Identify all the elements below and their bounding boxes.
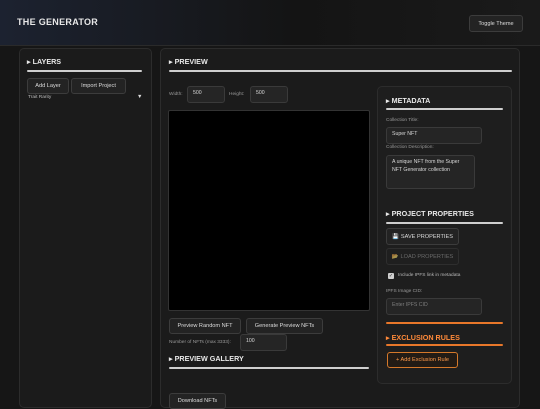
app-header: THE GENERATOR Toggle Theme <box>0 0 540 46</box>
exclusion-rules-title: ▸ EXCLUSION RULES <box>386 333 460 342</box>
preview-random-button[interactable]: Preview Random NFT <box>169 318 241 334</box>
gallery-title: ▸ PREVIEW GALLERY <box>169 354 244 363</box>
metadata-title: ▸ METADATA <box>386 96 431 105</box>
project-properties-title: ▸ PROJECT PROPERTIES <box>386 209 474 218</box>
width-label: Width: <box>169 92 183 97</box>
preview-canvas <box>168 110 370 311</box>
ipfs-cid-label: IPFS Image CID: <box>386 289 423 294</box>
exclusion-divider <box>386 322 503 324</box>
num-nfts-label: Number of NFTs (max 3333): <box>169 340 231 345</box>
collection-title-label: Collection Title: <box>386 118 419 123</box>
save-properties-button[interactable]: 💾 SAVE PROPERTIES <box>386 228 459 245</box>
preview-title-rule <box>169 70 512 72</box>
app-title: THE GENERATOR <box>17 17 99 27</box>
height-input[interactable]: 500 <box>250 86 288 103</box>
import-project-button[interactable]: Import Project <box>71 78 126 94</box>
collection-title-input[interactable]: Super NFT <box>386 127 482 144</box>
chevron-down-icon[interactable]: ▼ <box>137 94 142 100</box>
exclusion-title-rule <box>386 344 503 346</box>
load-properties-button[interactable]: 📂 LOAD PROPERTIES <box>386 248 459 265</box>
add-layer-button[interactable]: Add Layer <box>27 78 69 94</box>
preview-title: ▸ PREVIEW <box>169 57 208 66</box>
load-properties-label: LOAD PROPERTIES <box>400 253 454 260</box>
metadata-title-rule <box>386 108 503 110</box>
height-label: Height: <box>229 92 245 97</box>
ipfs-cid-input[interactable]: Enter IPFS CID <box>386 298 482 315</box>
project-properties-rule <box>386 222 503 224</box>
ipfs-link-checkbox[interactable]: ✓ <box>388 273 394 279</box>
ipfs-link-label: Include IPFS link in metadata <box>398 273 461 278</box>
layers-title-rule <box>27 70 142 72</box>
collection-description-label: Collection Description: <box>386 145 434 150</box>
gallery-title-rule <box>169 367 369 369</box>
width-input[interactable]: 500 <box>187 86 225 103</box>
download-nfts-button[interactable]: Download NFTs <box>169 393 226 409</box>
toggle-theme-button[interactable]: Toggle Theme <box>469 15 523 32</box>
generate-preview-button[interactable]: Generate Preview NFTs <box>246 318 323 334</box>
trait-rarity-label: Trait Rarity <box>28 95 52 100</box>
layers-title: ▸ LAYERS <box>27 57 62 66</box>
num-nfts-input[interactable]: 100 <box>240 334 287 351</box>
save-properties-label: SAVE PROPERTIES <box>400 233 453 240</box>
collection-description-textarea[interactable]: A unique NFT from the Super NFT Generato… <box>386 155 475 189</box>
floppy-disk-icon: 💾 <box>392 233 399 240</box>
layers-panel <box>19 48 152 408</box>
add-exclusion-rule-button[interactable]: + Add Exclusion Rule <box>387 352 458 368</box>
folder-icon: 📂 <box>391 253 399 260</box>
